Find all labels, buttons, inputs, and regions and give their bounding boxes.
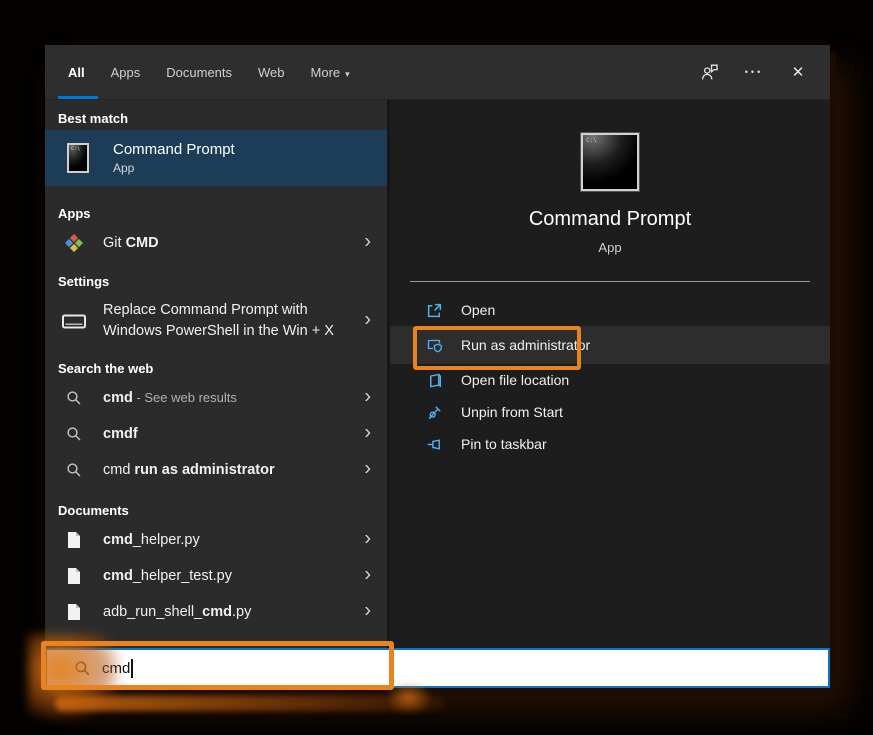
action-label: Unpin from Start (461, 404, 563, 420)
result-label: adb_run_shell_cmd.py (103, 602, 251, 623)
preview-divider (410, 281, 810, 282)
section-label-settings: Settings (45, 271, 387, 293)
result-doc-adb-run-shell-cmd[interactable]: adb_run_shell_cmd.py › (45, 594, 387, 630)
action-list: Open Run as administrator (390, 294, 830, 460)
result-doc-cmd-helper-test[interactable]: cmd_helper_test.py › (45, 558, 387, 594)
action-label: Open file location (461, 372, 569, 388)
section-label-apps: Apps (45, 203, 387, 225)
active-tab-underline (58, 96, 98, 99)
chevron-right-icon[interactable]: › (364, 309, 371, 332)
tab-apps[interactable]: Apps (111, 65, 141, 80)
result-git-cmd[interactable]: Git CMD › (45, 225, 387, 261)
chevron-right-icon[interactable]: › (364, 458, 371, 481)
tab-bar: All Apps Documents Web More ▾ ••• ✕ (45, 45, 830, 100)
open-action[interactable]: Open (390, 294, 830, 326)
section-label-search-the-web: Search the web (45, 358, 387, 380)
result-web-cmd[interactable]: cmd - See web results › (45, 380, 387, 416)
best-match-subtitle: App (113, 161, 235, 175)
document-icon (59, 603, 89, 621)
section-label-best-match: Best match (45, 108, 387, 130)
close-glyph: ✕ (792, 63, 805, 81)
section-label-documents: Documents (45, 500, 387, 522)
chevron-right-icon[interactable]: › (364, 600, 371, 623)
screenshot-stage: All Apps Documents Web More ▾ ••• ✕ (0, 0, 873, 735)
chevron-right-icon[interactable]: › (364, 231, 371, 254)
annotation-box-search-input (41, 641, 394, 690)
pin-to-taskbar-action[interactable]: Pin to taskbar (390, 428, 830, 460)
marker-smudge (55, 696, 445, 711)
preview-app-subtitle: App (390, 240, 830, 255)
preview-app-title: Command Prompt (390, 208, 830, 231)
result-label: Git CMD (103, 233, 159, 254)
result-label: cmdf (103, 424, 138, 445)
result-label: cmd - See web results (103, 387, 237, 409)
close-icon[interactable]: ✕ (786, 60, 810, 84)
result-web-cmd-run-as-administrator[interactable]: cmd run as administrator › (45, 452, 387, 488)
pin-icon (426, 436, 443, 453)
chevron-right-icon[interactable]: › (364, 386, 371, 409)
open-icon (426, 302, 443, 319)
chevron-right-icon[interactable]: › (364, 422, 371, 445)
file-location-icon (426, 372, 443, 389)
search-icon (59, 426, 89, 442)
search-icon (59, 390, 89, 406)
best-match-title: Command Prompt (113, 141, 235, 158)
chevron-right-icon[interactable]: › (364, 564, 371, 587)
git-icon (59, 234, 89, 252)
feedback-icon[interactable] (698, 60, 722, 84)
cmd-icon: C:\ (59, 143, 89, 173)
more-options-icon[interactable]: ••• (742, 60, 766, 84)
result-web-cmdf[interactable]: cmdf › (45, 416, 387, 452)
chevron-down-icon: ▾ (345, 69, 350, 79)
preview-panel: C:\ Command Prompt App Open (390, 100, 830, 648)
annotation-box-run-as-administrator (413, 326, 581, 370)
results-panel: Best match C:\ Command Prompt App Apps (45, 100, 390, 648)
tab-all[interactable]: All (68, 65, 85, 80)
tab-documents[interactable]: Documents (166, 65, 232, 80)
document-icon (59, 567, 89, 585)
tab-more[interactable]: More ▾ (311, 65, 350, 80)
unpin-icon (426, 404, 443, 421)
unpin-from-start-action[interactable]: Unpin from Start (390, 396, 830, 428)
result-label: Replace Command Prompt with Windows Powe… (103, 300, 334, 342)
chevron-right-icon[interactable]: › (364, 528, 371, 551)
action-label: Pin to taskbar (461, 436, 547, 452)
cmd-icon-large: C:\ (581, 133, 639, 191)
result-label: cmd_helper.py (103, 530, 200, 551)
document-icon (59, 531, 89, 549)
tab-more-label: More (311, 65, 341, 80)
result-doc-cmd-helper[interactable]: cmd_helper.py › (45, 522, 387, 558)
result-label: cmd run as administrator (103, 460, 275, 481)
search-icon (59, 462, 89, 478)
best-match-command-prompt[interactable]: C:\ Command Prompt App (45, 130, 387, 186)
result-replace-powershell[interactable]: Replace Command Prompt with Windows Powe… (45, 293, 387, 349)
marker-smudge (390, 684, 432, 714)
action-label: Open (461, 302, 495, 318)
more-options-glyph: ••• (745, 67, 763, 77)
tab-web[interactable]: Web (258, 65, 285, 80)
window-icon (59, 314, 89, 329)
result-label: cmd_helper_test.py (103, 566, 232, 587)
